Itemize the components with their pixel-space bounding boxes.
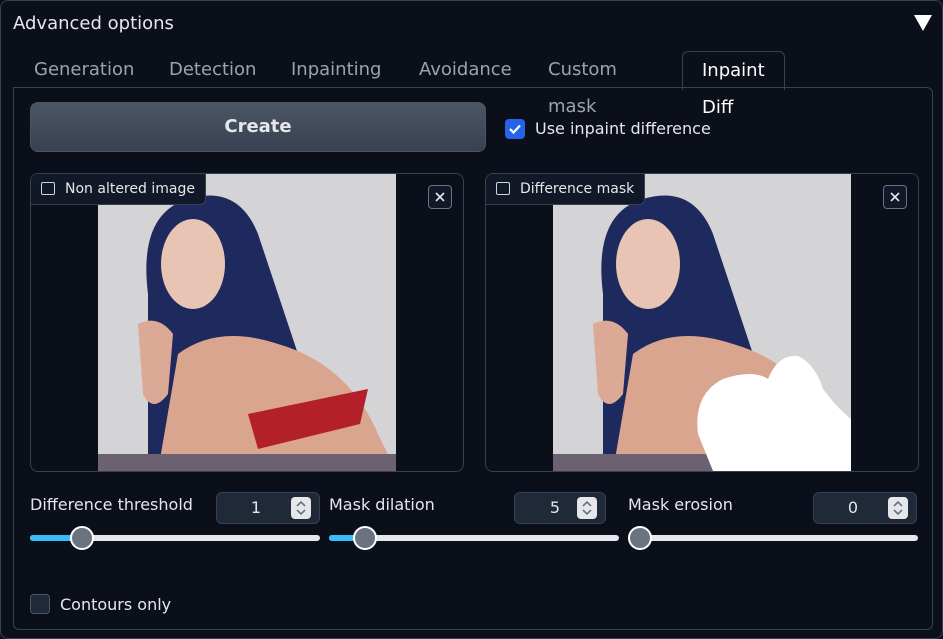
non-altered-image-label: Non altered image (65, 181, 195, 197)
create-button[interactable]: Create (30, 102, 486, 152)
difference-mask-panel[interactable]: Difference mask (485, 173, 919, 472)
image-icon (496, 182, 510, 195)
mask-erosion-stepper[interactable] (888, 497, 908, 519)
difference-threshold-input[interactable]: 1 (216, 492, 320, 524)
contours-only-label[interactable]: Contours only (60, 595, 171, 614)
advanced-options-panel: Advanced options Generation Detection In… (0, 0, 943, 639)
difference-threshold-slider[interactable] (30, 526, 320, 550)
clear-difference-mask-button[interactable] (883, 185, 907, 209)
difference-threshold-thumb[interactable] (70, 526, 94, 550)
use-inpaint-difference-checkbox[interactable] (505, 119, 525, 139)
contours-only-checkbox[interactable] (30, 594, 50, 614)
mask-erosion-input[interactable]: 0 (813, 492, 917, 524)
collapse-triangle-icon[interactable] (914, 15, 932, 31)
panel-title[interactable]: Advanced options (13, 13, 174, 34)
tab-generation[interactable]: Generation (34, 51, 134, 88)
close-icon (435, 192, 445, 202)
mask-dilation-input[interactable]: 5 (514, 492, 606, 524)
tab-inpainting[interactable]: Inpainting (291, 51, 381, 88)
stepper-arrows-icon (296, 500, 306, 516)
difference-mask-label: Difference mask (520, 181, 635, 197)
mask-erosion-value: 0 (847, 498, 859, 517)
tab-inpaint-diff[interactable]: Inpaint Diff (682, 51, 785, 118)
use-inpaint-difference-label[interactable]: Use inpaint difference (535, 119, 711, 138)
mask-dilation-slider[interactable] (329, 526, 619, 550)
tab-custom-mask[interactable]: Custom mask (548, 51, 617, 117)
tab-avoidance[interactable]: Avoidance (419, 51, 512, 88)
tab-detection[interactable]: Detection (169, 51, 256, 88)
difference-threshold-value: 1 (250, 498, 262, 517)
checkmark-icon (509, 124, 521, 135)
image-icon (41, 182, 55, 195)
difference-mask-tag: Difference mask (486, 174, 646, 205)
mask-dilation-label: Mask dilation (329, 495, 435, 514)
mask-dilation-thumb[interactable] (353, 526, 377, 550)
non-altered-photo (98, 174, 396, 471)
close-icon (890, 192, 900, 202)
difference-threshold-stepper[interactable] (291, 497, 311, 519)
stepper-arrows-icon (893, 500, 903, 516)
non-altered-image-panel[interactable]: Non altered image (30, 173, 464, 472)
stepper-arrows-icon (582, 500, 592, 516)
inpaint-diff-content: Create Use inpaint difference Non altere… (13, 87, 933, 630)
clear-non-altered-image-button[interactable] (428, 185, 452, 209)
non-altered-image-tag: Non altered image (31, 174, 206, 205)
mask-erosion-slider[interactable] (628, 526, 918, 550)
mask-erosion-label: Mask erosion (628, 495, 733, 514)
difference-mask-photo (553, 174, 851, 471)
mask-erosion-thumb[interactable] (628, 526, 652, 550)
difference-threshold-label: Difference threshold (30, 495, 193, 514)
mask-dilation-stepper[interactable] (577, 497, 597, 519)
